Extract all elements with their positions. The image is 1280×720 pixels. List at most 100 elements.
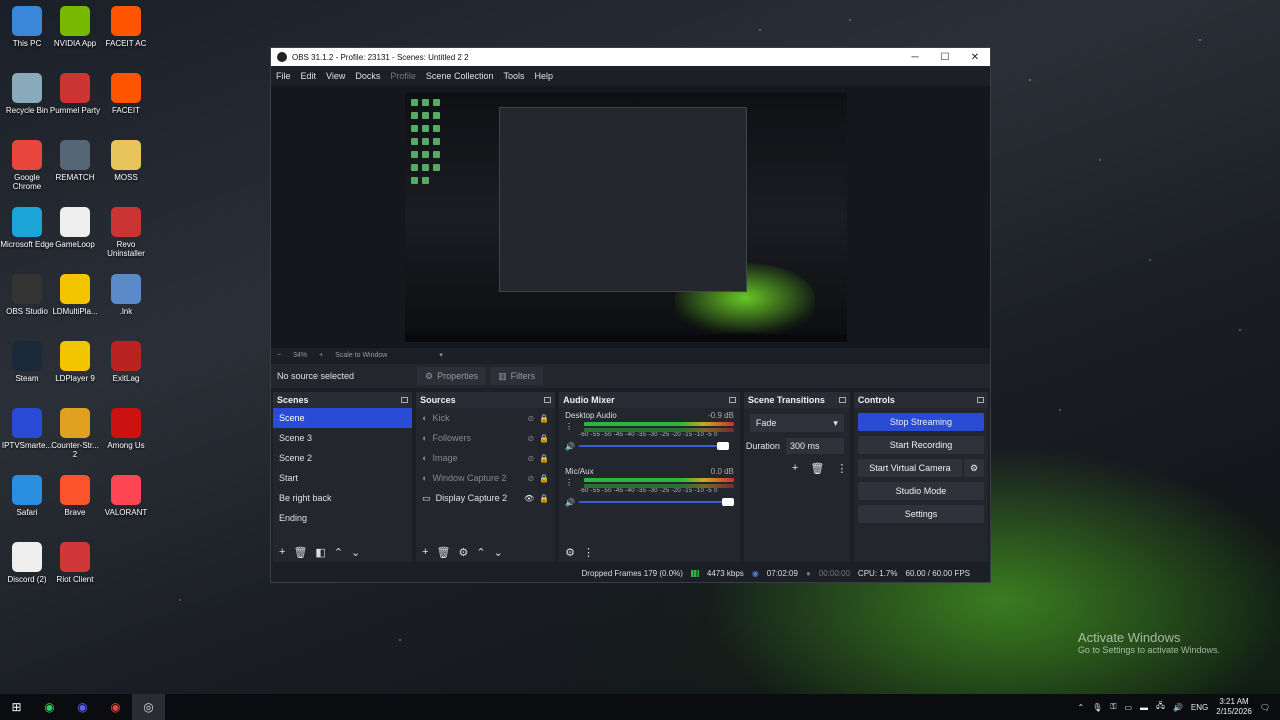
obs-taskbar-icon[interactable]: ◎: [132, 694, 165, 720]
fader-track[interactable]: [579, 498, 734, 506]
stop-streaming-button[interactable]: Stop Streaming: [857, 413, 984, 431]
desktop-icon[interactable]: LDMultiPla...: [48, 274, 102, 316]
kebab-menu-icon[interactable]: ⋮: [583, 546, 594, 559]
desktop-icon[interactable]: Among Us: [99, 408, 153, 450]
desktop-icon[interactable]: FACEIT: [99, 73, 153, 115]
gear-icon[interactable]: ⚙: [964, 459, 984, 477]
microphone-icon[interactable]: 🎙: [1092, 703, 1102, 712]
settings-button[interactable]: Settings: [857, 505, 984, 523]
scene-item[interactable]: Scene 2: [273, 448, 412, 468]
close-button[interactable]: ✕: [960, 52, 990, 63]
add-source-button[interactable]: +: [422, 546, 428, 558]
desktop-icon[interactable]: Riot Client: [48, 542, 102, 584]
fader-track[interactable]: [579, 442, 729, 450]
move-down-icon[interactable]: ⌄: [494, 546, 503, 559]
scene-filters-icon[interactable]: ◧: [315, 546, 325, 559]
source-item[interactable]: ◐ Window Capture 2 ⊘ 🔒: [416, 468, 555, 488]
minimize-button[interactable]: ─: [900, 52, 930, 63]
lock-icon[interactable]: 🔒: [539, 474, 549, 483]
display-icon[interactable]: ▭: [1124, 703, 1132, 712]
fader-knob[interactable]: [721, 498, 734, 506]
desktop-icon[interactable]: Revo Uninstaller: [99, 207, 153, 258]
move-up-icon[interactable]: ⌃: [476, 546, 485, 559]
scene-item[interactable]: Ending: [273, 508, 412, 528]
eye-hidden-icon[interactable]: ⊘: [527, 474, 534, 483]
scene-item[interactable]: Be right back: [273, 488, 412, 508]
desktop-icon[interactable]: .lnk: [99, 274, 153, 316]
network-icon[interactable]: 🖧: [1156, 700, 1165, 714]
move-down-icon[interactable]: ⌄: [351, 546, 360, 559]
kebab-menu-icon[interactable]: ⋮: [565, 478, 573, 487]
volume-fader[interactable]: 🔊: [565, 497, 734, 507]
desktop-icon[interactable]: Brave: [48, 475, 102, 517]
advanced-audio-icon[interactable]: ⚙: [565, 546, 575, 559]
scene-item[interactable]: Scene 3: [273, 428, 412, 448]
move-up-icon[interactable]: ⌃: [334, 546, 343, 559]
chrome-icon[interactable]: ◉: [99, 694, 132, 720]
lock-icon[interactable]: 🔒: [539, 434, 549, 443]
desktop-icon[interactable]: ExitLag: [99, 341, 153, 383]
popout-icon[interactable]: [728, 397, 736, 403]
menu-edit[interactable]: Edit: [301, 71, 317, 81]
source-item[interactable]: ▭ Display Capture 2 👁 🔒: [416, 488, 555, 508]
desktop-icon[interactable]: GameLoop: [48, 207, 102, 249]
eye-hidden-icon[interactable]: ⊘: [527, 414, 534, 423]
windows-start-icon[interactable]: ⊞: [0, 694, 33, 720]
whatsapp-icon[interactable]: ◉: [33, 694, 66, 720]
remove-scene-icon[interactable]: 🗑: [293, 546, 307, 559]
desktop-icon[interactable]: MOSS: [99, 140, 153, 182]
add-scene-button[interactable]: +: [279, 546, 285, 558]
kebab-menu-icon[interactable]: ⋮: [565, 422, 573, 431]
desktop-icon[interactable]: LDPlayer 9: [48, 341, 102, 383]
popout-icon[interactable]: [977, 397, 984, 403]
add-transition-button[interactable]: +: [792, 462, 798, 475]
lock-icon[interactable]: 🔒: [539, 494, 549, 503]
desktop-icon[interactable]: OBS Studio: [0, 274, 54, 316]
menu-file[interactable]: File: [276, 71, 291, 81]
source-item[interactable]: ◐ Kick ⊘ 🔒: [416, 408, 555, 428]
desktop-icon[interactable]: IPTVSmarte...: [0, 408, 54, 450]
desktop-icon[interactable]: Counter-Str... 2: [48, 408, 102, 459]
zoom-out-button[interactable]: −: [277, 352, 281, 359]
fader-knob[interactable]: [716, 442, 729, 450]
menu-profile[interactable]: Profile: [390, 71, 416, 81]
desktop-icon[interactable]: Microsoft Edge: [0, 207, 54, 249]
desktop-icon[interactable]: Pummel Party: [48, 73, 102, 115]
start-virtual-camera-button[interactable]: Start Virtual Camera: [857, 459, 962, 477]
lock-icon[interactable]: ⚿: [1110, 702, 1116, 712]
desktop-icon[interactable]: VALORANT: [99, 475, 153, 517]
popout-icon[interactable]: [544, 397, 552, 403]
filters-button[interactable]: ▥ Filters: [490, 367, 544, 385]
desktop-icon[interactable]: Google Chrome: [0, 140, 54, 191]
eye-hidden-icon[interactable]: ⊘: [527, 434, 534, 443]
scale-mode-dropdown[interactable]: Scale to Window: [335, 352, 387, 359]
remove-transition-icon[interactable]: 🗑: [810, 462, 824, 475]
duration-input[interactable]: 300 ms: [785, 438, 844, 454]
desktop-icon[interactable]: Safari: [0, 475, 54, 517]
scene-item[interactable]: Scene: [273, 408, 413, 428]
title-bar[interactable]: OBS 31.1.2 - Profile: 23131 - Scenes: Un…: [271, 48, 990, 66]
zoom-in-button[interactable]: +: [319, 352, 323, 359]
popout-icon[interactable]: [838, 397, 846, 403]
studio-mode-button[interactable]: Studio Mode: [857, 482, 984, 500]
desktop-icon[interactable]: NVIDIA App: [48, 6, 102, 48]
chevron-down-icon[interactable]: ▾: [439, 351, 443, 359]
preview-area[interactable]: [271, 86, 990, 348]
remove-source-icon[interactable]: 🗑: [437, 546, 451, 559]
desktop-icon[interactable]: FACEIT AC: [99, 6, 153, 48]
source-item[interactable]: ◐ Image ⊘ 🔒: [416, 448, 555, 468]
source-properties-icon[interactable]: ⚙: [458, 546, 468, 559]
eye-hidden-icon[interactable]: ⊘: [527, 454, 534, 463]
lock-icon[interactable]: 🔒: [539, 414, 549, 423]
volume-icon[interactable]: 🔊: [1173, 703, 1183, 712]
menu-docks[interactable]: Docks: [355, 71, 380, 81]
menu-scene-collection[interactable]: Scene Collection: [426, 71, 494, 81]
menu-help[interactable]: Help: [534, 71, 553, 81]
popout-icon[interactable]: [401, 397, 409, 403]
speaker-icon[interactable]: 🔊: [565, 442, 575, 451]
kebab-menu-icon[interactable]: ⋮: [836, 462, 847, 475]
source-item[interactable]: ◐ Followers ⊘ 🔒: [416, 428, 555, 448]
desktop-icon[interactable]: Recycle Bin: [0, 73, 54, 115]
chevron-up-icon[interactable]: ⌃: [1078, 703, 1085, 712]
eye-icon[interactable]: 👁: [524, 494, 534, 503]
